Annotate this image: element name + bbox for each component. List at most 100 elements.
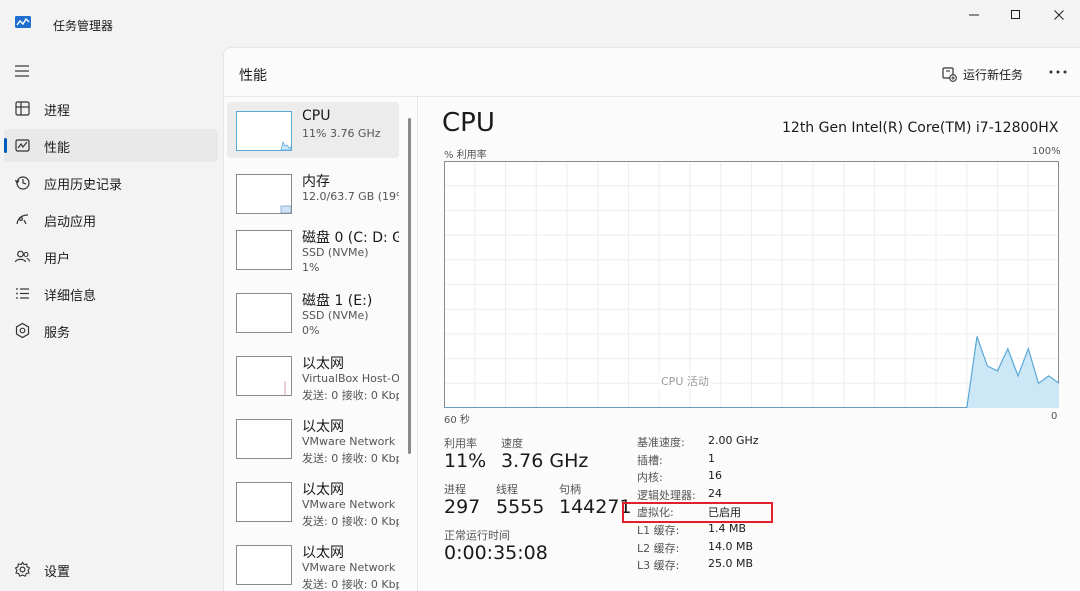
- nav-item-settings[interactable]: 设置: [4, 553, 218, 586]
- spec-key: L3 缓存:: [637, 559, 680, 572]
- content-panel: 性能 运行新任务 CPU 11% 3.76 GHz 内存 12.0/63.7 G…: [223, 47, 1080, 591]
- spec-value: 16: [708, 469, 722, 482]
- close-button[interactable]: [1037, 4, 1080, 26]
- nav-label: 进程: [44, 104, 71, 119]
- cpu-model: 12th Gen Intel(R) Core(TM) i7-12800HX: [782, 120, 1059, 136]
- more-options-icon[interactable]: [1046, 62, 1070, 82]
- nav-label: 启动应用: [44, 215, 97, 230]
- nav-item-services[interactable]: 服务: [4, 314, 218, 347]
- device-usage: 1%: [302, 261, 320, 274]
- device-item-ethernet-3[interactable]: 以太网 VMware Network A 发送: 0 接收: 0 Kbp: [227, 473, 399, 529]
- device-name: 磁盘 1 (E:): [302, 293, 373, 309]
- uptime-label: 正常运行时间: [444, 529, 510, 542]
- nav-item-processes[interactable]: 进程: [4, 92, 218, 125]
- device-item-memory[interactable]: 内存 12.0/63.7 GB (19%): [227, 165, 399, 221]
- window-title: 任务管理器: [53, 19, 114, 33]
- nav-label: 用户: [44, 252, 71, 267]
- device-thumbnail: [236, 356, 292, 396]
- nav-label: 设置: [44, 565, 71, 580]
- run-new-task-label: 运行新任务: [963, 67, 1024, 82]
- task-manager-logo-icon: [15, 16, 31, 28]
- minimize-button[interactable]: [952, 4, 996, 26]
- nav-item-details[interactable]: 详细信息: [4, 277, 218, 310]
- device-item-disk-0[interactable]: 磁盘 0 (C: D: G: SSD (NVMe) 1%: [227, 221, 399, 277]
- device-name: 磁盘 0 (C: D: G:: [302, 230, 399, 246]
- spec-key: 插槽:: [637, 454, 663, 467]
- spec-key: L1 缓存:: [637, 524, 680, 537]
- nav-item-performance[interactable]: 性能: [4, 129, 218, 162]
- nav-item-app-history[interactable]: 应用历史记录: [4, 166, 218, 199]
- spec-value: 1: [708, 452, 715, 465]
- nav-item-startup-apps[interactable]: 启动应用: [4, 203, 218, 236]
- utilization-label: 利用率: [444, 437, 477, 450]
- nav-item-users[interactable]: 用户: [4, 240, 218, 273]
- device-thumbnail: [236, 230, 292, 270]
- nav-label: 服务: [44, 326, 71, 341]
- device-item-ethernet-1[interactable]: 以太网 VirtualBox Host-Or 发送: 0 接收: 0 Kbp: [227, 347, 399, 403]
- utilization-value: 11%: [444, 450, 487, 472]
- memory-mini-graph: [280, 205, 292, 214]
- speed-value: 3.76 GHz: [501, 450, 589, 472]
- processes-label: 进程: [444, 483, 466, 496]
- device-detail: SSD (NVMe): [302, 309, 369, 322]
- device-thumbnail: [236, 293, 292, 333]
- device-list-scrollbar[interactable]: [408, 118, 411, 454]
- spec-key: 基准速度:: [637, 436, 685, 449]
- virtualization-highlight-box: [622, 502, 773, 523]
- spec-key: 逻辑处理器:: [637, 489, 696, 502]
- axis-label-max: 100%: [1032, 146, 1061, 157]
- device-item-ethernet-2[interactable]: 以太网 VMware Network A 发送: 0 接收: 0 Kbp: [227, 410, 399, 466]
- run-new-task-button[interactable]: 运行新任务: [941, 64, 1023, 84]
- uptime-value: 0:00:35:08: [444, 542, 548, 564]
- services-icon: [15, 322, 30, 339]
- device-item-ethernet-4[interactable]: 以太网 VMware Network A 发送: 0 接收: 0 Kbp: [227, 536, 399, 591]
- device-item-disk-1[interactable]: 磁盘 1 (E:) SSD (NVMe) 0%: [227, 284, 399, 340]
- device-name: 以太网: [302, 356, 344, 372]
- threads-value: 5555: [496, 496, 545, 518]
- device-usage: 发送: 0 接收: 0 Kbp: [302, 515, 399, 528]
- spec-value: 2.00 GHz: [708, 434, 759, 447]
- performance-icon: [15, 139, 30, 152]
- processes-icon: [15, 101, 30, 116]
- device-detail: SSD (NVMe): [302, 246, 369, 259]
- startup-icon: [16, 214, 29, 225]
- maximize-icon: [1011, 10, 1020, 19]
- device-name: 以太网: [302, 482, 344, 498]
- device-name: 以太网: [302, 545, 344, 561]
- spec-key: 内核:: [637, 471, 663, 484]
- speed-label: 速度: [501, 437, 523, 450]
- device-thumbnail: [236, 545, 292, 585]
- device-item-cpu[interactable]: CPU 11% 3.76 GHz: [227, 102, 399, 158]
- ethernet-mini-graph: [284, 381, 286, 395]
- page-title: 性能: [239, 68, 267, 84]
- axis-label-utilization: % 利用率: [444, 150, 487, 161]
- graph-caption: CPU 活动: [659, 373, 711, 389]
- spec-value: 25.0 MB: [708, 557, 754, 570]
- header-divider: [224, 96, 1080, 97]
- device-thumbnail: [236, 174, 292, 214]
- device-usage: 发送: 0 接收: 0 Kbp: [302, 578, 399, 591]
- spec-value: 1.4 MB: [708, 522, 747, 535]
- device-thumbnail: [236, 111, 292, 151]
- cpu-mini-graph: [280, 140, 292, 151]
- hamburger-menu-icon[interactable]: [13, 63, 31, 79]
- axis-label-time-span: 60 秒: [444, 415, 470, 426]
- details-icon: [16, 288, 29, 299]
- device-detail: VirtualBox Host-Or: [302, 372, 399, 385]
- device-detail: 11% 3.76 GHz: [302, 127, 381, 140]
- axis-label-zero: 0: [1051, 411, 1058, 422]
- nav-label: 应用历史记录: [44, 178, 123, 193]
- device-usage: 发送: 0 接收: 0 Kbp: [302, 452, 399, 465]
- handles-value: 144271: [559, 496, 632, 518]
- threads-label: 线程: [496, 483, 518, 496]
- handles-label: 句柄: [559, 483, 581, 496]
- spec-key: L2 缓存:: [637, 542, 680, 555]
- nav-label: 详细信息: [44, 289, 97, 304]
- device-detail: VMware Network A: [302, 498, 399, 511]
- processes-value: 297: [444, 496, 481, 518]
- spec-value: 24: [708, 487, 722, 500]
- detail-title: CPU: [442, 108, 495, 138]
- close-icon: [1054, 10, 1064, 20]
- maximize-button[interactable]: [994, 4, 1038, 26]
- nav-label: 性能: [44, 141, 71, 156]
